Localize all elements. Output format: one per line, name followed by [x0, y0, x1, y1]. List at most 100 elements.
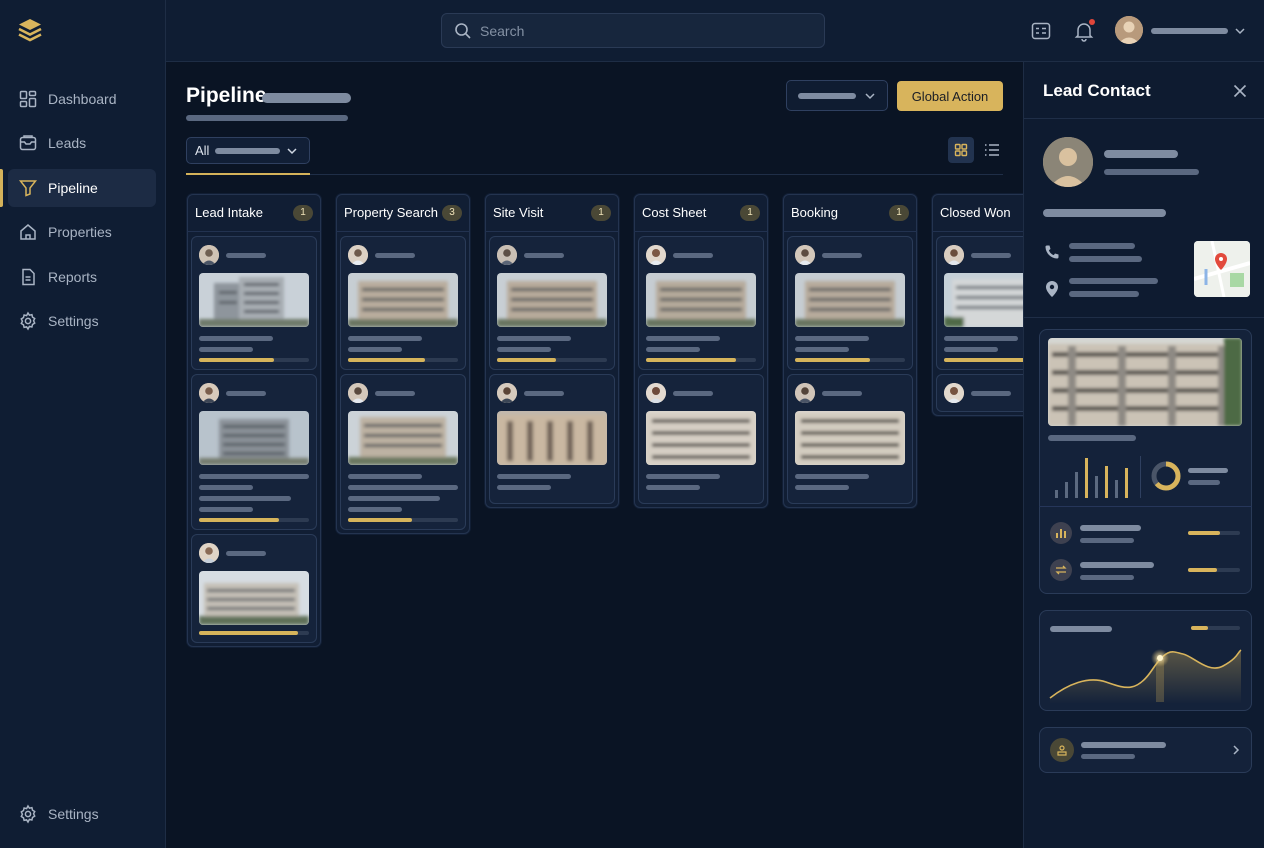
lead-card[interactable] [787, 374, 913, 504]
text-placeholder [646, 474, 720, 479]
property-thumbnail [199, 411, 309, 465]
text-placeholder [795, 347, 849, 352]
avatar [497, 245, 517, 265]
notification-button[interactable] [1073, 19, 1095, 42]
swap-icon [1055, 565, 1067, 575]
divider [1024, 118, 1264, 119]
text-placeholder [497, 336, 571, 341]
sidebar-item-label: Pipeline [48, 180, 98, 196]
chevron-right-icon[interactable] [1231, 744, 1241, 756]
lead-action-row[interactable] [1039, 727, 1252, 773]
list-icon [985, 144, 999, 156]
chevron-down-icon [287, 147, 297, 154]
column-header: Closed Won [932, 194, 1023, 232]
lead-card[interactable] [638, 236, 764, 370]
action-icon-badge [1050, 738, 1074, 762]
property-thumbnail [199, 273, 309, 327]
lead-card[interactable] [936, 374, 1023, 412]
name-placeholder [226, 550, 266, 556]
location-pin-icon[interactable] [1045, 280, 1059, 298]
column-title: Closed Won [940, 205, 1011, 220]
search-box[interactable] [441, 13, 825, 48]
person-icon [1043, 137, 1093, 187]
column-title: Cost Sheet [642, 205, 707, 220]
progress-bar [795, 358, 905, 362]
grid-view-toggle[interactable] [948, 137, 974, 163]
text-placeholder [795, 485, 849, 490]
checklist-icon[interactable] [1030, 20, 1052, 42]
chart-title-placeholder [1050, 626, 1112, 632]
trend-chart-card [1039, 610, 1252, 711]
lead-card[interactable] [191, 534, 317, 643]
property-thumbnail [944, 273, 1023, 327]
sidebar-item-label: Leads [48, 135, 87, 151]
lead-card[interactable] [489, 374, 615, 504]
metric-placeholder [1080, 525, 1141, 531]
stage-filter-select[interactable]: All [186, 137, 310, 164]
text-placeholder [795, 336, 869, 341]
subtitle-placeholder [186, 115, 348, 121]
sidebar-item-reports[interactable]: Reports [8, 258, 156, 296]
sidebar-item-settings[interactable]: Settings [8, 302, 156, 340]
lead-card[interactable] [191, 374, 317, 530]
filter-label: All [195, 143, 210, 158]
topbar [166, 0, 1264, 62]
view-dropdown[interactable] [786, 80, 888, 111]
user-avatar[interactable] [1115, 16, 1143, 44]
gear-icon [20, 804, 36, 824]
property-thumbnail [497, 273, 607, 327]
avatar [199, 543, 219, 563]
progress-fill [1188, 531, 1221, 535]
notification-dot [1089, 19, 1095, 25]
global-action-button[interactable]: Global Action [897, 81, 1003, 111]
name-placeholder [524, 252, 564, 258]
property-image[interactable] [1048, 338, 1242, 426]
divider [1140, 456, 1141, 498]
lead-card[interactable] [191, 236, 317, 370]
sidebar-item-properties[interactable]: Properties [8, 213, 156, 251]
divider [1039, 506, 1252, 507]
progress-fill [1191, 626, 1209, 630]
lead-card[interactable] [340, 236, 466, 370]
chevron-down-icon[interactable] [1234, 25, 1246, 37]
avatar [944, 245, 964, 265]
action-subtitle-placeholder [1081, 754, 1135, 759]
lead-card[interactable] [787, 236, 913, 370]
avatar [497, 383, 517, 403]
sidebar-footer-settings[interactable]: Settings [8, 795, 156, 833]
active-filter-underline [186, 173, 310, 175]
avatar [199, 245, 219, 265]
column-header: Property Search 3 [336, 194, 470, 232]
sidebar-item-dashboard[interactable]: Dashboard [8, 80, 156, 118]
sidebar-item-pipeline[interactable]: Pipeline [0, 169, 156, 207]
pipeline-column-closed-won: Closed Won [931, 193, 1023, 417]
text-placeholder [795, 474, 869, 479]
metric-icon-badge [1050, 559, 1072, 581]
phone-icon[interactable] [1044, 244, 1060, 260]
lead-card[interactable] [638, 374, 764, 504]
progress-fill [348, 518, 412, 522]
sidebar-item-leads[interactable]: Leads [8, 124, 156, 162]
bar-chart-icon [1056, 529, 1066, 538]
donut-chart [1151, 461, 1181, 491]
phone-placeholder [1069, 256, 1142, 262]
sidebar-item-label: Dashboard [48, 91, 117, 107]
progress-bar [199, 358, 309, 362]
logo-icon[interactable] [16, 16, 44, 44]
text-placeholder [944, 347, 998, 352]
lead-card[interactable] [340, 374, 466, 530]
avatar [199, 383, 219, 403]
lead-card[interactable] [936, 236, 1023, 370]
user-name-placeholder [1151, 28, 1228, 34]
name-placeholder [524, 390, 564, 396]
close-icon[interactable] [1231, 82, 1249, 100]
map-thumbnail[interactable] [1194, 241, 1250, 297]
contact-name-placeholder [1104, 150, 1178, 158]
avatar [795, 383, 815, 403]
lead-card[interactable] [489, 236, 615, 370]
name-placeholder [971, 390, 1011, 396]
list-view-toggle[interactable] [979, 137, 1005, 163]
search-input[interactable] [480, 22, 800, 39]
progress-fill [646, 358, 737, 362]
lead-contact-panel: Lead Contact [1023, 62, 1264, 848]
